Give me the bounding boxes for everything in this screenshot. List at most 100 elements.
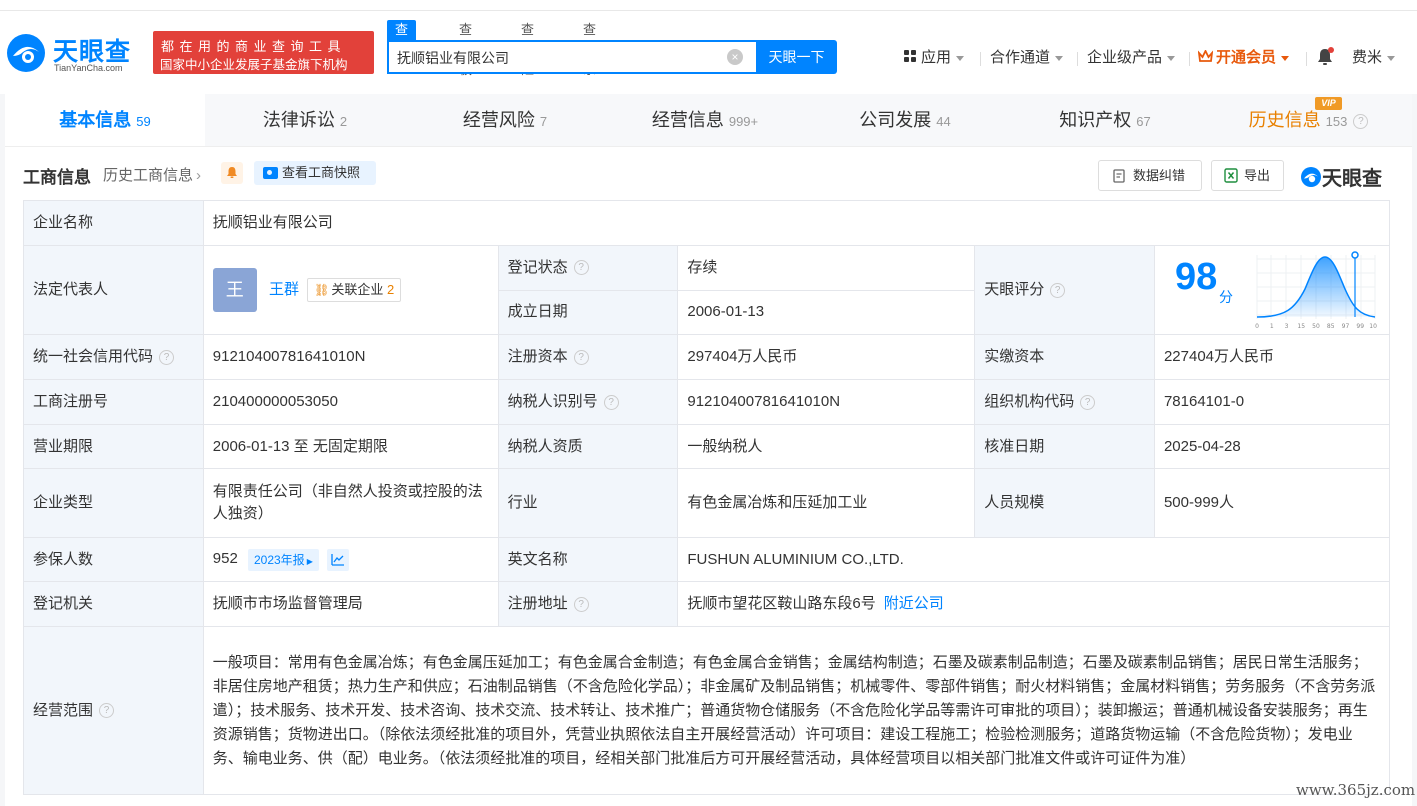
help-icon[interactable]: ?: [603, 394, 619, 410]
help-icon[interactable]: ?: [159, 349, 175, 365]
data-correction-button[interactable]: 数据纠错: [1098, 160, 1202, 191]
vip-badge: VIP: [1315, 97, 1342, 110]
data-correction-label: 数据纠错: [1133, 168, 1186, 183]
alert-bell-icon[interactable]: [221, 162, 243, 184]
taxpayer-id-label-cell: 纳税人识别号?: [497, 379, 679, 425]
tab-label: 知识产权: [1059, 110, 1132, 130]
search-tab-company[interactable]: 查公司: [387, 20, 417, 77]
tianyancha-logo[interactable]: 天眼查 TianYanCha.com: [5, 32, 145, 76]
nav-vip[interactable]: 开通会员: [1197, 47, 1290, 69]
address-cell: 抚顺市望花区鞍山路东段6号 附近公司: [677, 581, 1390, 627]
logo-mark-icon: [1301, 167, 1321, 187]
search-input[interactable]: [397, 48, 717, 68]
nav-user[interactable]: 费米: [1352, 47, 1396, 69]
taxpayer-qual-label: 纳税人资质: [497, 424, 679, 469]
tab-operations[interactable]: 经营信息 999+: [605, 94, 805, 146]
score-widget[interactable]: 98 分 0 1 3 15 50 85 97 99 100: [1155, 246, 1388, 334]
score-axis-tick: 50: [1312, 323, 1320, 330]
slogan-banner: 都在用的商业查询工具 国家中小企业发展子基金旗下机构: [153, 31, 374, 74]
scope-label-cell: 经营范围?: [23, 626, 204, 795]
top-bar: 天眼查 TianYanCha.com 都在用的商业查询工具 国家中小企业发展子基…: [0, 0, 1417, 94]
nav-partners[interactable]: 合作通道: [990, 47, 1064, 69]
related-icon: ⛓: [314, 283, 330, 297]
logo-domain: TianYanCha.com: [54, 63, 123, 73]
annual-report-label: 2023年报: [253, 552, 305, 567]
edit-doc-icon: [1113, 169, 1125, 183]
table-row: 工商注册号 210400000053050 纳税人识别号? 9121040078…: [23, 379, 1391, 425]
tab-label: 经营信息: [651, 110, 724, 130]
help-icon[interactable]: ?: [1353, 113, 1369, 129]
nav-enterprise[interactable]: 企业级产品: [1087, 47, 1176, 69]
reg-capital-value: 297404万人民币: [677, 334, 976, 380]
term-label: 营业期限: [23, 424, 204, 469]
tab-development[interactable]: 公司发展 44: [805, 94, 1005, 146]
reg-capital-label: 注册资本: [507, 348, 568, 365]
search-tab-relation[interactable]: 查关系: [575, 20, 604, 77]
score-axis-tick: 97: [1342, 323, 1350, 330]
table-row: 经营范围? 一般项目：常用有色金属冶炼；有色金属压延加工；有色金属合金制造；有色…: [23, 626, 1391, 795]
scope-value: 一般项目：常用有色金属冶炼；有色金属压延加工；有色金属合金制造；有色金属合金销售…: [202, 626, 1391, 795]
annual-report-button[interactable]: 2023年报 ▶: [247, 548, 319, 571]
nav-divider: [1077, 52, 1078, 66]
snapshot-button[interactable]: 查看工商快照: [254, 161, 376, 185]
export-button[interactable]: 导出: [1211, 160, 1284, 191]
status-value: 存续: [677, 245, 976, 291]
search-box: ×: [387, 40, 757, 74]
clear-icon[interactable]: ×: [727, 49, 743, 65]
export-label: 导出: [1244, 168, 1271, 183]
tab-count: 2: [339, 114, 348, 129]
help-icon[interactable]: ?: [1050, 282, 1066, 298]
score-axis-tick: 0: [1255, 323, 1259, 330]
nearby-companies-link[interactable]: 附近公司: [884, 595, 944, 612]
paid-capital-value: 227404万人民币: [1153, 334, 1391, 380]
notification-bell[interactable]: [1316, 47, 1334, 69]
en-name-value: FUSHUN ALUMINIUM CO.,LTD.: [677, 537, 1390, 582]
insured-value: 952: [212, 550, 238, 568]
reg-no-label: 工商注册号: [23, 379, 204, 425]
tab-basic-info[interactable]: 基本信息 59: [5, 94, 205, 146]
avatar[interactable]: 王: [212, 268, 257, 312]
legal-rep-name[interactable]: 王群: [269, 281, 299, 298]
crown-icon: [1197, 48, 1214, 62]
help-icon[interactable]: ?: [573, 349, 589, 365]
score-axis-tick: 3: [1285, 323, 1289, 330]
tab-history[interactable]: 历史信息 153?: [1205, 94, 1412, 146]
score-value: 98: [1174, 256, 1218, 298]
score-axis-tick: 100: [1369, 323, 1377, 330]
history-link-label: 历史工商信息: [103, 167, 194, 184]
trend-chart-button[interactable]: [327, 548, 350, 571]
credit-code-value: 91210400781641010N: [202, 334, 499, 380]
help-icon[interactable]: ?: [99, 703, 115, 719]
related-companies-badge[interactable]: ⛓ 关联企业 2: [307, 278, 402, 302]
tab-count: 67: [1136, 114, 1151, 129]
section-title: 工商信息: [23, 168, 91, 187]
industry-value: 有色金属冶炼和压延加工业: [677, 468, 976, 538]
company-name-label: 企业名称: [23, 200, 204, 246]
term-value: 2006-01-13 至 无固定期限: [202, 424, 499, 469]
nav-divider: [980, 52, 981, 66]
score-distribution-chart: 0 1 3 15 50 85 97 99 100: [1255, 251, 1377, 330]
help-icon[interactable]: ?: [573, 260, 589, 276]
apps-grid-icon: [904, 50, 916, 62]
address-value: 抚顺市望花区鞍山路东段6号: [687, 595, 876, 612]
status-label-cell: 登记状态?: [497, 245, 679, 291]
help-icon[interactable]: ?: [573, 596, 589, 612]
search-button[interactable]: 天眼一下: [756, 40, 837, 74]
tab-legal[interactable]: 法律诉讼 2: [205, 94, 405, 146]
authority-value: 抚顺市市场监督管理局: [202, 581, 499, 627]
history-link[interactable]: 历史工商信息 ›: [103, 164, 201, 185]
score-axis-tick: 15: [1297, 323, 1305, 330]
staff-size-value: 500-999人: [1153, 468, 1391, 538]
tab-ip[interactable]: 知识产权 67: [1005, 94, 1205, 146]
table-row: 登记机关 抚顺市市场监督管理局 注册地址? 抚顺市望花区鞍山路东段6号 附近公司: [23, 581, 1390, 627]
excel-icon: [1224, 168, 1238, 183]
search-tab-risk[interactable]: 查风险: [513, 20, 542, 77]
tab-risk[interactable]: 经营风险 7: [405, 94, 605, 146]
en-name-label: 英文名称: [497, 537, 679, 582]
score-label: 天眼评分: [984, 281, 1045, 298]
address-label: 注册地址: [507, 595, 568, 612]
search-tab-boss[interactable]: 查老板: [451, 20, 480, 77]
authority-label: 登记机关: [23, 581, 204, 627]
nav-apps[interactable]: 应用: [904, 47, 965, 69]
help-icon[interactable]: ?: [1080, 394, 1096, 410]
